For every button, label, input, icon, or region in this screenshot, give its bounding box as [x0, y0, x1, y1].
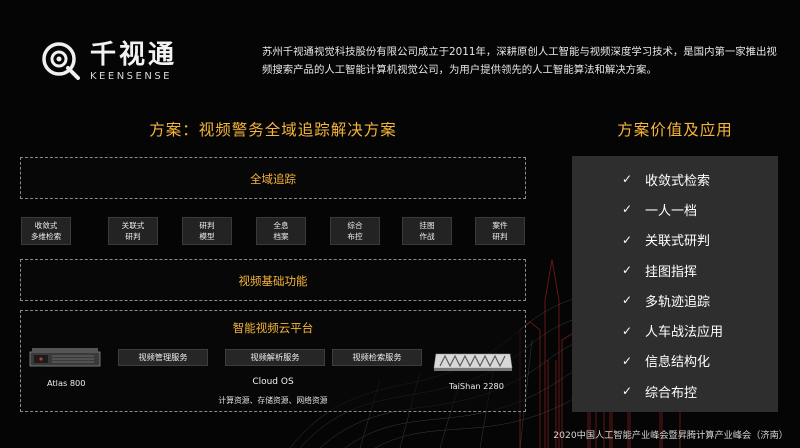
footer-event-name: 2020中国人工智能产业峰会暨昇腾计算产业峰会（济南） [553, 430, 788, 441]
function-tile: 关联式 研判 [108, 217, 158, 245]
function-tiles: 收敛式 多维检索 关联式 研判 研判 模型 全息 档案 综合 布控 挂图 作战 … [20, 217, 526, 245]
value-item-label: 一人一档 [645, 203, 698, 219]
check-icon: ✓ [622, 202, 633, 217]
function-tile: 全息 档案 [256, 217, 306, 245]
value-item-label: 挂图指挥 [645, 264, 698, 280]
keensense-logo-icon [42, 42, 80, 80]
company-logo: 千视通 KEENSENSE [38, 38, 177, 84]
value-item-label: 综合布控 [645, 385, 698, 401]
global-tracking-box: 全域追踪 [20, 157, 526, 199]
value-item-label: 关联式研判 [645, 234, 711, 250]
basic-functions-box: 视频基础功能 [20, 259, 526, 301]
check-icon: ✓ [622, 263, 633, 278]
basic-functions-label: 视频基础功能 [238, 274, 308, 288]
value-title: 方案价值及应用 [617, 121, 733, 139]
value-panel: ✓ 收敛式检索 ✓ 一人一档 ✓ 关联式研判 ✓ 挂图指挥 ✓ 多轨迹追踪 ✓ 人车战法应用… [572, 156, 778, 412]
value-item: ✓ 综合布控 [572, 376, 778, 406]
value-item-label: 人车战法应用 [645, 325, 724, 341]
cloud-resources-label: 计算资源、存储资源、网络资源 [218, 396, 328, 405]
company-intro: 苏州千视通视觉科技股份有限公司成立于2011年，深耕原创人工智能与视频深度学习技… [262, 46, 777, 76]
function-tile: 案件 研判 [475, 217, 525, 245]
function-tile: 收敛式 多维检索 [21, 217, 71, 245]
video-search-service: 视频检索服务 [332, 349, 422, 366]
solution-title: 方案：视频警务全域追踪解决方案 [149, 121, 397, 139]
value-item: ✓ 挂图指挥 [572, 255, 778, 285]
value-item: ✓ 人车战法应用 [572, 315, 778, 345]
value-item: ✓ 关联式研判 [572, 225, 778, 255]
check-icon: ✓ [622, 232, 633, 247]
check-icon: ✓ [622, 353, 633, 368]
function-tile: 研判 模型 [182, 217, 232, 245]
logo-name-en: KEENSENSE [90, 70, 172, 82]
function-tile: 综合 布控 [330, 217, 380, 245]
value-item-label: 多轨迹追踪 [645, 294, 711, 310]
check-icon: ✓ [622, 293, 633, 308]
check-icon: ✓ [622, 384, 633, 399]
video-analysis-service: 视频解析服务 [225, 349, 325, 366]
logo-name-cn: 千视通 [90, 39, 178, 70]
taishan-server-icon [433, 353, 513, 371]
function-tile: 挂图 作战 [402, 217, 452, 245]
value-list: ✓ 收敛式检索 ✓ 一人一档 ✓ 关联式研判 ✓ 挂图指挥 ✓ 多轨迹追踪 ✓ 人车战法应用… [572, 164, 778, 406]
value-item: ✓ 一人一档 [572, 194, 778, 224]
value-item: ✓ 收敛式检索 [572, 164, 778, 194]
value-item-label: 信息结构化 [645, 355, 711, 371]
check-icon: ✓ [622, 323, 633, 338]
check-icon: ✓ [622, 172, 633, 187]
global-tracking-label: 全域追踪 [250, 172, 296, 186]
value-item: ✓ 多轨迹追踪 [572, 285, 778, 315]
value-item-label: 收敛式检索 [645, 173, 711, 189]
value-item: ✓ 信息结构化 [572, 346, 778, 376]
video-management-service: 视频管理服务 [118, 349, 208, 366]
cloud-platform-title: 智能视频云平台 [232, 321, 314, 335]
taishan-server-label: TaiShan 2280 [449, 381, 504, 391]
atlas-server-icon [29, 348, 101, 367]
